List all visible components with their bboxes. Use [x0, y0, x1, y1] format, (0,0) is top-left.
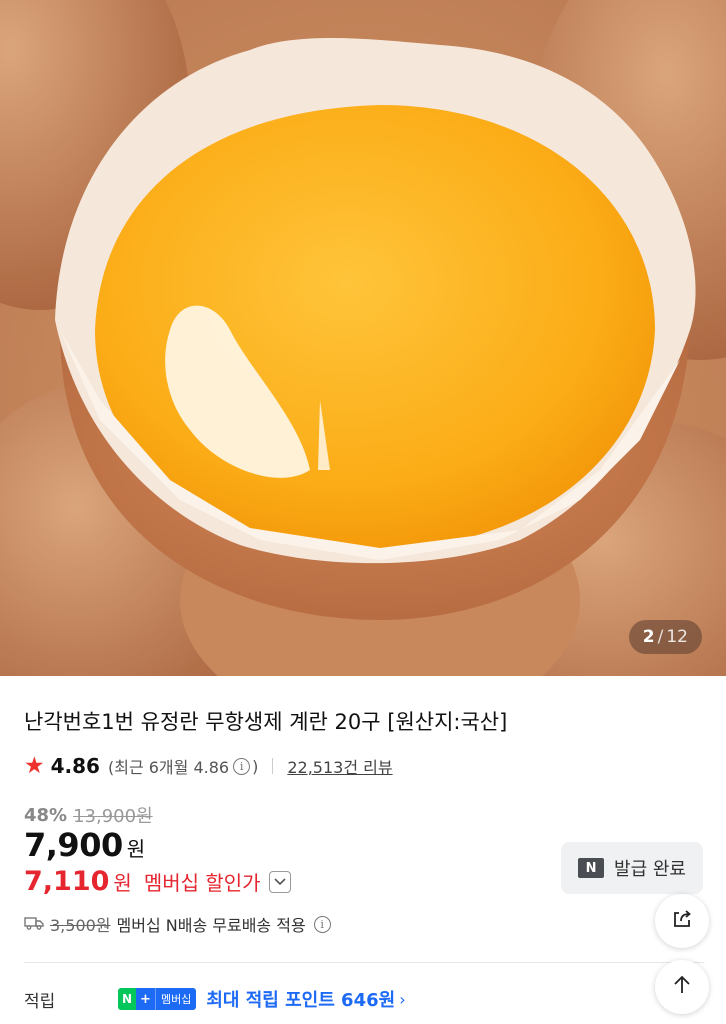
- recent-rating-close: ): [252, 756, 259, 776]
- naver-membership-badge: N + 멤버십: [118, 988, 197, 1010]
- review-link[interactable]: 22,513건 리뷰: [287, 754, 392, 778]
- naver-coupon-icon: N: [578, 858, 605, 878]
- shipping-text: 멤버십 N배송 무료배송 적용: [116, 916, 306, 935]
- member-price-row[interactable]: 7,110 원 멤버십 할인가: [24, 866, 291, 897]
- sale-price-row: 7,900 원: [24, 826, 145, 864]
- arrow-up-icon: [671, 974, 693, 1000]
- discount-rate: 48%: [24, 804, 68, 826]
- truck-icon: [24, 915, 44, 934]
- points-label: 적립: [24, 991, 56, 1012]
- badge-text: 멤버십: [154, 988, 197, 1010]
- chevron-right-icon: ›: [399, 989, 406, 1009]
- badge-plus: +: [136, 988, 155, 1010]
- rating-row: ★ 4.86 (최근 6개월 4.86 i ) 22,513건 리뷰: [24, 754, 393, 778]
- original-shipping-fee: 3,500원: [50, 916, 111, 935]
- discount-row: 48% 13,900원: [24, 802, 153, 828]
- shipping-row: 3,500원 멤버십 N배송 무료배송 적용 i: [24, 912, 331, 936]
- egg-yolk-photo: [0, 0, 726, 676]
- gallery-separator: /: [657, 627, 664, 647]
- product-title: 난각번호1번 유정란 무항생제 계란 20구 [원산지:국산]: [24, 710, 508, 734]
- points-row[interactable]: 적립 N + 멤버십 최대 적립 포인트 646원 ›: [24, 986, 704, 1012]
- sale-price: 7,900: [24, 826, 123, 864]
- shipping-info-icon[interactable]: i: [313, 915, 331, 933]
- coupon-issued-button[interactable]: N 발급 완료: [561, 842, 703, 894]
- section-divider: [24, 962, 704, 963]
- member-price: 7,110: [24, 866, 110, 897]
- scroll-top-button[interactable]: [655, 960, 709, 1014]
- recent-rating: (최근 6개월 4.86 i ): [108, 754, 258, 778]
- share-button[interactable]: [655, 894, 709, 948]
- gallery-counter: 2 / 12: [628, 620, 702, 654]
- points-text: 최대 적립 포인트 646원: [206, 990, 396, 1011]
- gallery-current: 2: [642, 627, 655, 647]
- product-image-gallery[interactable]: 2 / 12: [0, 0, 726, 676]
- info-icon[interactable]: i: [233, 757, 251, 775]
- member-price-unit: 원: [113, 871, 132, 895]
- gallery-total: 12: [666, 627, 688, 647]
- share-icon: [670, 907, 694, 935]
- divider: [272, 758, 274, 774]
- member-price-label: 멤버십 할인가: [143, 871, 261, 895]
- coupon-label: 발급 완료: [614, 859, 686, 880]
- recent-rating-label: (최근 6개월 4.86: [107, 758, 230, 777]
- sale-price-unit: 원: [126, 837, 146, 861]
- badge-n: N: [118, 988, 137, 1010]
- rating-score: 4.86: [50, 754, 100, 778]
- original-price: 13,900원: [73, 806, 153, 827]
- star-icon: ★: [24, 752, 45, 779]
- chevron-down-icon[interactable]: [268, 870, 291, 893]
